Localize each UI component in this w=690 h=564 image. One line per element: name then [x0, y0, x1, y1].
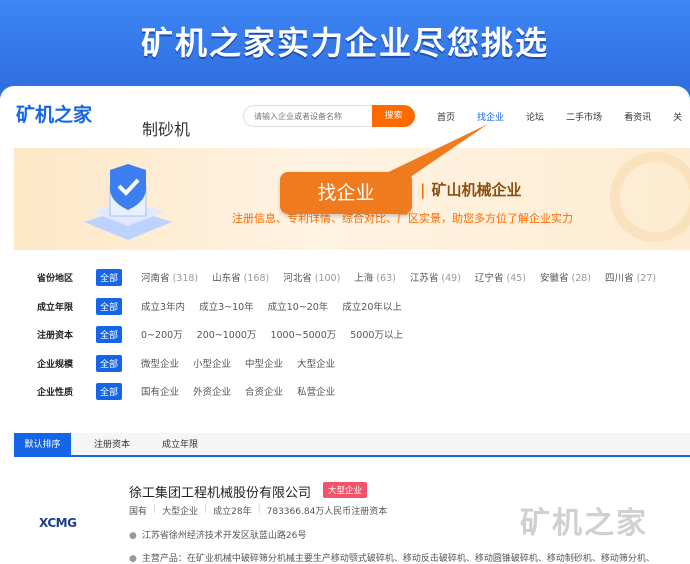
filter-row-age: 成立年限 全部 成立3年内 成立3~10年 成立10~20年 成立20年以上 — [37, 297, 416, 315]
filter-all-button[interactable]: 全部 — [96, 354, 123, 372]
filter-label: 企业性质 — [37, 387, 74, 398]
filter-option[interactable]: 外资企业 — [193, 384, 231, 398]
watermark: 矿机之家 — [520, 506, 648, 541]
nav-second-hand[interactable]: 二手市场 — [566, 110, 602, 123]
filter-label: 企业规模 — [37, 359, 74, 370]
company-address: ● 江苏省徐州经济技术开发区驮蓝山路26号 — [129, 531, 307, 541]
filter-option[interactable]: 辽宁省 (45) — [475, 270, 526, 284]
filter-option[interactable]: 河北省 (100) — [283, 270, 340, 284]
hero-decoration — [610, 152, 690, 242]
main-card: 矿机之家 制砂机 搜索 首页 找企业 论坛 二手市场 看资讯 关 | 矿山机械企业… — [0, 86, 690, 564]
category-title: 制砂机 — [142, 120, 191, 139]
filter-row-scale: 企业规模 全部 微型企业 小型企业 中型企业 大型企业 — [37, 354, 349, 372]
search-button[interactable]: 搜索 — [372, 105, 415, 127]
filter-option[interactable]: 1000~5000万 — [270, 327, 336, 341]
tab-default-sort[interactable]: 默认排序 — [14, 433, 71, 457]
site-logo[interactable]: 矿机之家 — [16, 100, 92, 127]
sort-tabs: 默认排序 注册资本 成立年限 — [14, 433, 690, 457]
company-age: 成立28年 — [213, 507, 252, 517]
tab-registered-capital[interactable]: 注册资本 — [80, 433, 144, 457]
filter-option[interactable]: 成立3~10年 — [199, 299, 254, 313]
filter-option[interactable]: 中型企业 — [245, 356, 283, 370]
nav-more[interactable]: 关 — [673, 110, 682, 123]
promo-title: 矿机之家实力企业尽您挑选 — [140, 24, 549, 62]
company-products: ● 主营产品：在矿业机械中破碎筛分机械主要生产移动颚式破碎机、移动反击破碎机、移动… — [129, 554, 655, 564]
filter-option[interactable]: 成立3年内 — [141, 299, 185, 313]
nav-news[interactable]: 看资讯 — [624, 110, 651, 123]
filter-row-capital: 注册资本 全部 0~200万 200~1000万 1000~5000万 5000… — [37, 325, 417, 343]
filter-option[interactable]: 成立20年以上 — [342, 299, 402, 313]
search-input[interactable] — [243, 105, 383, 127]
filter-option[interactable]: 上海 (63) — [354, 270, 396, 284]
company-meta: 国有 | 大型企业 | 成立28年 | 783366.84万人民币注册资本 — [129, 504, 388, 517]
promo-banner: 矿机之家实力企业尽您挑选 — [0, 0, 690, 86]
filter-option[interactable]: 大型企业 — [297, 356, 335, 370]
shield-badge-icon — [84, 164, 172, 240]
company-name[interactable]: 徐工集团工程机械股份有限公司 — [129, 482, 311, 501]
filter-label: 省份地区 — [37, 273, 74, 284]
filter-option[interactable]: 成立10~20年 — [268, 299, 329, 313]
filter-label: 成立年限 — [37, 302, 74, 313]
filter-option[interactable]: 河南省 (318) — [141, 270, 198, 284]
nav-find-company[interactable]: 找企业 — [477, 110, 504, 123]
hero-title-text: 矿山机械企业 — [431, 181, 522, 199]
filter-all-button[interactable]: 全部 — [96, 268, 123, 286]
location-pin-icon: ● — [129, 531, 137, 541]
filter-option[interactable]: 山东省 (168) — [212, 270, 269, 284]
filter-row-type: 企业性质 全部 国有企业 外资企业 合资企业 私营企业 — [37, 382, 349, 400]
company-scale: 大型企业 — [162, 507, 199, 517]
filter-option[interactable]: 200~1000万 — [197, 327, 257, 341]
company-logo[interactable]: XCMG — [39, 516, 77, 530]
filter-option[interactable]: 安徽省 (28) — [540, 270, 591, 284]
filter-all-button[interactable]: 全部 — [96, 325, 123, 343]
company-capital: 783366.84万人民币注册资本 — [266, 507, 388, 517]
hero-title: | 矿山机械企业 — [420, 179, 522, 200]
filter-option[interactable]: 5000万以上 — [350, 327, 403, 341]
filter-option[interactable]: 合资企业 — [245, 384, 283, 398]
company-ownership: 国有 — [129, 507, 148, 517]
nav-forum[interactable]: 论坛 — [526, 110, 544, 123]
filter-option[interactable]: 国有企业 — [141, 384, 179, 398]
tab-founded-years[interactable]: 成立年限 — [150, 433, 210, 457]
filter-option[interactable]: 四川省 (27) — [605, 270, 656, 284]
top-nav: 首页 找企业 论坛 二手市场 看资讯 关 — [437, 110, 690, 123]
hero-title-separator: | — [420, 181, 426, 199]
search-bar: 搜索 — [243, 105, 415, 127]
filter-option[interactable]: 0~200万 — [141, 327, 183, 341]
filter-all-button[interactable]: 全部 — [96, 382, 123, 400]
filter-option[interactable]: 小型企业 — [193, 356, 231, 370]
company-size-badge: 大型企业 — [323, 482, 368, 498]
filter-option[interactable]: 私营企业 — [297, 384, 335, 398]
find-company-callout: 找企业 — [280, 172, 412, 214]
nav-home[interactable]: 首页 — [437, 110, 455, 123]
filter-label: 注册资本 — [37, 330, 74, 341]
filter-row-region: 省份地区 全部 河南省 (318) 山东省 (168) 河北省 (100) 上海… — [37, 268, 670, 286]
product-icon: ● — [129, 554, 137, 564]
filter-all-button[interactable]: 全部 — [96, 297, 123, 315]
filter-option[interactable]: 江苏省 (49) — [410, 270, 461, 284]
filter-option[interactable]: 微型企业 — [141, 356, 179, 370]
